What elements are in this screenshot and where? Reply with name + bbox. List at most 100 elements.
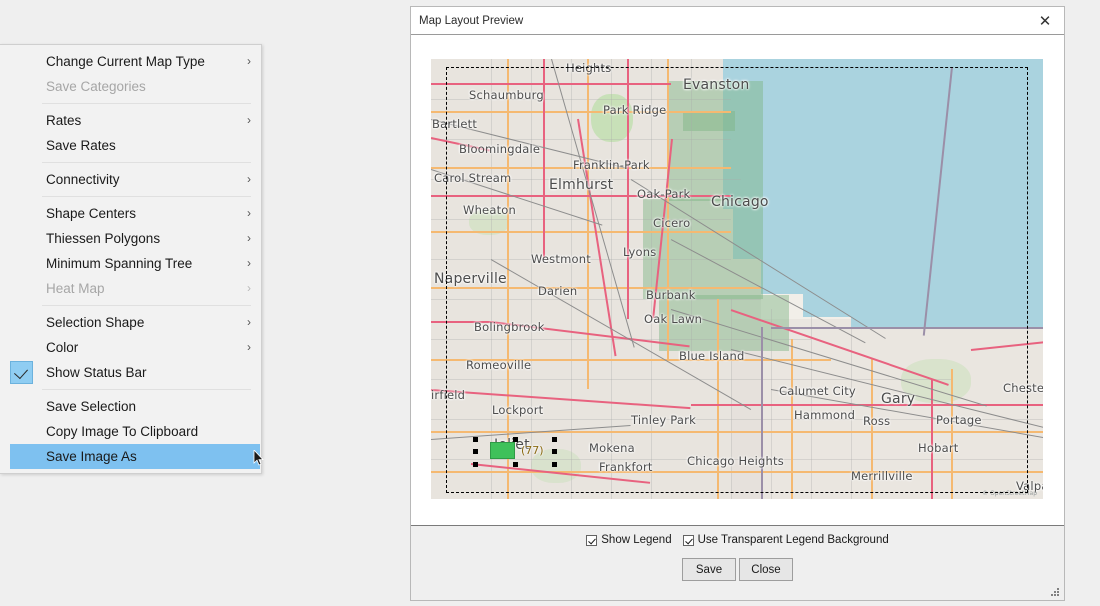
menu-item-rates[interactable]: Rates › (0, 108, 261, 133)
resize-grip-icon[interactable] (1051, 588, 1061, 598)
selection-handle-ne[interactable] (552, 437, 557, 442)
map-grid-line (611, 59, 612, 499)
map-place-label: Evanston (683, 77, 750, 93)
chevron-right-icon: › (247, 206, 251, 220)
map-place-label: Chicago Heights (687, 454, 784, 468)
menu-item-copy-image-to-clipboard[interactable]: Copy Image To Clipboard (0, 419, 261, 444)
menu-item-label: Minimum Spanning Tree (46, 256, 193, 271)
chevron-right-icon: › (247, 172, 251, 186)
map-place-label: Bloomingdale (459, 142, 541, 156)
map-road-motorway (931, 379, 934, 499)
menu-item-show-status-bar[interactable]: Show Status Bar (0, 360, 261, 385)
menu-item-save-image-as[interactable]: Save Image As (10, 444, 260, 469)
check-icon (10, 361, 33, 384)
map-context-menu[interactable]: Change Current Map Type › Save Categories R… (0, 44, 262, 474)
menu-item-connectivity[interactable]: Connectivity › (0, 167, 261, 192)
chevron-right-icon: › (247, 340, 251, 354)
menu-item-minimum-spanning-tree[interactable]: Minimum Spanning Tree › (0, 251, 261, 276)
map-road-trunk (587, 59, 589, 389)
checkbox-use-transparent-legend-background[interactable]: Use Transparent Legend Background (682, 534, 889, 546)
map-place-label: Gary (881, 391, 916, 407)
map-grid-line (651, 59, 652, 499)
map-place-label: Schaumburg (469, 88, 544, 102)
menu-item-label: Thiessen Polygons (46, 231, 161, 246)
menu-item-save-selection[interactable]: Save Selection (0, 394, 261, 419)
menu-item-label: Save Rates (46, 138, 116, 153)
menu-item-color[interactable]: Color › (0, 335, 261, 360)
map-place-label: Ross (863, 414, 891, 428)
map-lake-michigan (733, 59, 1043, 259)
menu-separator (42, 103, 251, 104)
map-place-label: Cicero (653, 216, 691, 230)
map-place-label: Franklin-Park (573, 158, 650, 172)
map-place-label: Bolingbrook (474, 320, 545, 334)
legend-count-label: (77) (521, 444, 544, 457)
selection-handle-e[interactable] (552, 449, 557, 454)
menu-item-change-current-map-type[interactable]: Change Current Map Type › (0, 49, 261, 74)
close-button[interactable]: Close (739, 558, 793, 581)
map-road-trunk (431, 111, 731, 113)
map-road-motorway (431, 83, 671, 86)
dialog-body: Heights Evanston Schaumburg Park Ridge Bartl… (411, 35, 1064, 525)
map-place-label: Oak-Park (637, 187, 691, 201)
map-place-label: Burbank (646, 288, 696, 302)
map-road-trunk (717, 299, 719, 499)
save-button[interactable]: Save (682, 558, 736, 581)
map-place-label: Heights (566, 61, 612, 75)
map-layout-preview-dialog: Map Layout Preview ✕ Heights Evanston Sc… (410, 6, 1065, 601)
legend-options-row: Show Legend Use Transparent Legend Backgr… (411, 526, 1064, 546)
legend-color-swatch[interactable] (490, 442, 515, 459)
checkbox-label: Use Transparent Legend Background (697, 534, 889, 546)
menu-item-selection-shape[interactable]: Selection Shape › (0, 310, 261, 335)
menu-item-label: Color (46, 340, 79, 355)
map-place-label: Lockport (492, 403, 544, 417)
dialog-footer: Show Legend Use Transparent Legend Backgr… (411, 525, 1064, 600)
selection-handle-w[interactable] (473, 449, 478, 454)
map-state-boundary (761, 327, 763, 499)
map-place-label: Calumet City (779, 384, 856, 398)
map-legend-widget[interactable]: (77) (473, 437, 557, 467)
menu-item-save-rates[interactable]: Save Rates (0, 133, 261, 158)
map-place-label: Darien (538, 284, 578, 298)
menu-item-heat-map: Heat Map › (0, 276, 261, 301)
chevron-right-icon: › (247, 113, 251, 127)
map-place-label: Chicago (711, 194, 769, 210)
menu-item-shape-centers[interactable]: Shape Centers › (0, 201, 261, 226)
map-tiles: Heights Evanston Schaumburg Park Ridge Bartl… (431, 59, 1043, 499)
map-place-label: Oak Lawn (644, 312, 703, 326)
map-road-trunk (431, 287, 761, 289)
map-place-label: Mokena (589, 441, 635, 455)
map-place-label: Merrillville (851, 469, 913, 483)
map-place-label: Wheaton (463, 203, 517, 217)
map-place-label: Romeoville (466, 358, 532, 372)
map-road-motorway (627, 59, 630, 319)
chevron-right-icon: › (247, 281, 251, 295)
checkbox-box (586, 534, 598, 546)
menu-separator (42, 162, 251, 163)
checkbox-show-legend[interactable]: Show Legend (586, 534, 672, 546)
map-state-boundary (771, 327, 1043, 329)
menu-item-thiessen-polygons[interactable]: Thiessen Polygons › (0, 226, 261, 251)
chevron-right-icon: › (247, 256, 251, 270)
selection-handle-se[interactable] (552, 462, 557, 467)
menu-item-label: Save Image As (46, 449, 137, 464)
map-place-label: Chester (1003, 381, 1043, 395)
map-place-label: Naperville (434, 271, 507, 287)
map-preview-canvas[interactable]: Heights Evanston Schaumburg Park Ridge Bartl… (431, 59, 1043, 499)
map-attribution: © OpenStreetMap (982, 490, 1037, 497)
map-place-label: irfield (431, 388, 466, 402)
selection-handle-nw[interactable] (473, 437, 478, 442)
map-road-trunk (431, 231, 731, 233)
close-icon[interactable]: ✕ (1032, 10, 1058, 32)
selection-handle-n[interactable] (513, 437, 518, 442)
dialog-titlebar: Map Layout Preview ✕ (411, 7, 1064, 35)
map-place-label: Hammond (794, 408, 856, 422)
map-grid-line (431, 299, 761, 300)
menu-item-label: Connectivity (46, 172, 120, 187)
selection-handle-sw[interactable] (473, 462, 478, 467)
map-grid-line (431, 379, 951, 380)
menu-separator (42, 196, 251, 197)
chevron-right-icon: › (247, 54, 251, 68)
menu-item-save-categories: Save Categories (0, 74, 261, 99)
selection-handle-s[interactable] (513, 462, 518, 467)
